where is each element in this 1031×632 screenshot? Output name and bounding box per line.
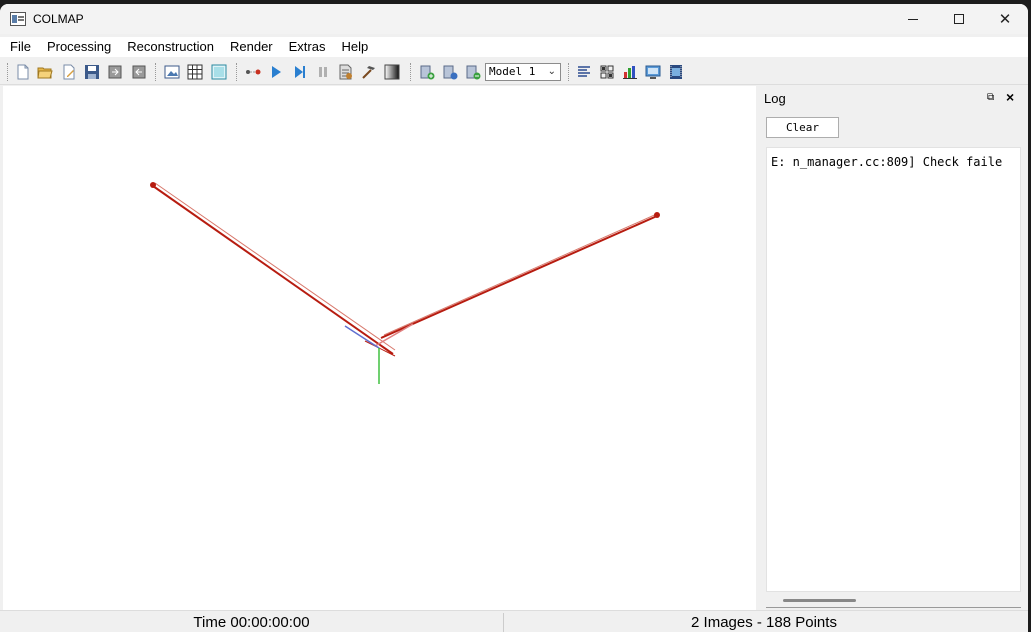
delete-model-icon[interactable]: [465, 64, 481, 80]
edit-project-icon[interactable]: [61, 64, 77, 80]
dense-reconstruction-icon[interactable]: [361, 64, 377, 80]
status-image-point-count: 2 Images - 188 Points: [691, 614, 837, 631]
camera-frustum-left-edge: [154, 182, 396, 351]
feature-matching-icon[interactable]: [187, 64, 203, 80]
open-project-icon[interactable]: [37, 64, 53, 80]
screenshot-icon[interactable]: [645, 64, 661, 80]
toolbar-grip[interactable]: [7, 63, 9, 81]
camera-frustum-right-edge: [383, 212, 660, 336]
status-bar: Time 00:00:00:00 2 Images - 188 Points: [0, 610, 1028, 632]
add-model-icon[interactable]: [419, 64, 435, 80]
model-viewer[interactable]: [3, 86, 756, 610]
reset-model-icon[interactable]: [442, 64, 458, 80]
import-model-icon[interactable]: [107, 64, 123, 80]
step-icon[interactable]: [292, 64, 308, 80]
reconstruction-canvas[interactable]: [3, 86, 756, 610]
menu-reconstruction[interactable]: Reconstruction: [119, 37, 222, 57]
clear-log-button[interactable]: Clear: [766, 117, 839, 138]
window-title: COLMAP: [33, 12, 84, 26]
close-icon: ✕: [998, 10, 1012, 28]
new-project-icon[interactable]: [15, 64, 31, 80]
log-title: Log: [764, 91, 786, 106]
bundle-adjustment-icon[interactable]: [338, 64, 354, 80]
menu-file[interactable]: File: [0, 37, 39, 57]
feature-extraction-icon[interactable]: [164, 64, 180, 80]
log-output[interactable]: E: n_manager.cc:809] Check faile: [766, 147, 1021, 592]
toolbar-separator: [236, 63, 238, 81]
colmap-app-icon: [10, 12, 26, 26]
toolbar-separator: [155, 63, 157, 81]
toolbar-separator: [410, 63, 412, 81]
play-icon[interactable]: [268, 64, 284, 80]
save-project-icon[interactable]: [84, 64, 100, 80]
camera-frustum-right: [380, 215, 658, 339]
camera-left: [150, 182, 156, 188]
camera-right: [654, 212, 660, 218]
menu-bar: File Processing Reconstruction Render Ex…: [0, 37, 1028, 57]
chevron-down-icon: ⌄: [547, 66, 556, 77]
menu-extras[interactable]: Extras: [281, 37, 334, 57]
model-select[interactable]: Model 1 ⌄: [485, 63, 561, 81]
pause-icon[interactable]: [315, 64, 331, 80]
model-select-value: Model 1: [489, 65, 536, 78]
menu-processing[interactable]: Processing: [39, 37, 119, 57]
maximize-icon: [954, 14, 964, 24]
export-model-icon[interactable]: [131, 64, 147, 80]
log-toggle-icon[interactable]: [576, 64, 592, 80]
menu-help[interactable]: Help: [333, 37, 376, 57]
log-horizontal-scrollbar[interactable]: [766, 594, 1021, 608]
menu-render[interactable]: Render: [222, 37, 281, 57]
close-dock-icon[interactable]: ×: [1006, 89, 1014, 105]
close-button[interactable]: ✕: [982, 4, 1028, 34]
scrollbar-thumb[interactable]: [783, 599, 856, 602]
scrollbar-track-line: [766, 607, 1021, 608]
float-dock-icon[interactable]: ⧉: [987, 92, 994, 103]
render-options-icon[interactable]: [668, 64, 684, 80]
start-reconstruction-icon[interactable]: [245, 64, 261, 80]
toolbar: Model 1 ⌄: [0, 59, 1028, 85]
grid-icon[interactable]: [599, 64, 615, 80]
log-line: E: n_manager.cc:809] Check faile: [771, 155, 1003, 169]
colmap-window: COLMAP ✕ File Processing Reconstruction …: [0, 4, 1028, 632]
minimize-button[interactable]: [890, 4, 936, 34]
title-bar[interactable]: COLMAP ✕: [0, 4, 1028, 34]
database-management-icon[interactable]: [211, 64, 227, 80]
statistics-icon[interactable]: [622, 64, 638, 80]
color-gradient-icon[interactable]: [384, 64, 400, 80]
status-time: Time 00:00:00:00: [193, 614, 310, 631]
camera-frustum-left: [152, 185, 394, 355]
log-dock: Log ⧉ × Clear E: n_manager.cc:809] Check…: [759, 86, 1024, 610]
axis-x-line: [374, 323, 414, 347]
axis-z-line: [344, 325, 380, 349]
minimize-icon: [908, 18, 918, 20]
toolbar-separator: [568, 63, 570, 81]
maximize-button[interactable]: [936, 4, 982, 34]
